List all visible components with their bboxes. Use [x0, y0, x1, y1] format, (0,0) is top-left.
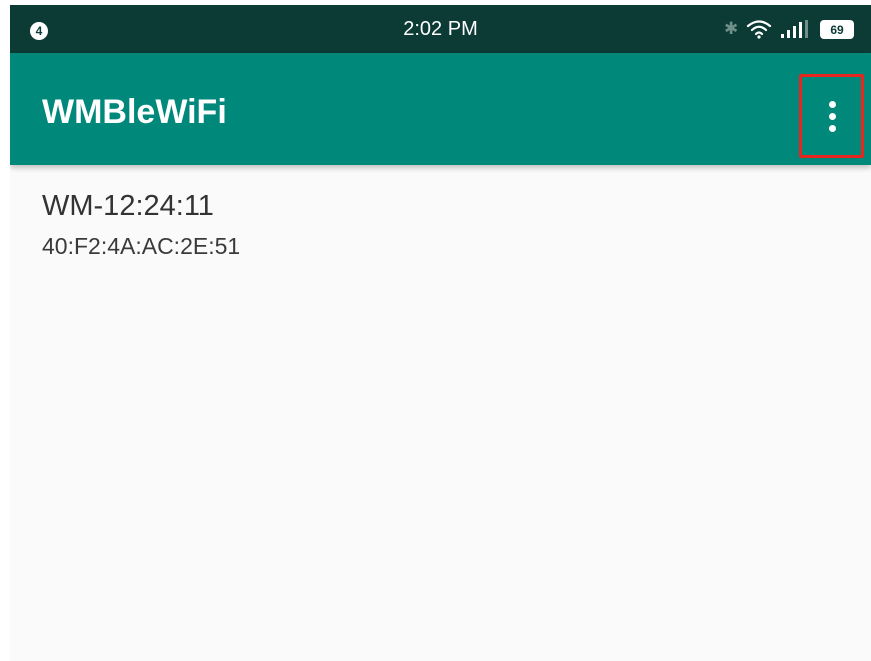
more-vert-icon-dot — [828, 124, 836, 132]
more-options-button[interactable] — [814, 87, 850, 145]
more-vert-icon-dot — [828, 112, 836, 120]
battery-level: 69 — [830, 22, 844, 37]
battery-icon: 69 — [820, 20, 854, 39]
wifi-icon — [746, 20, 772, 39]
app-title: WMBleWiFi — [42, 93, 227, 131]
app-bar: WMBleWiFi — [10, 53, 871, 165]
device-list-item[interactable]: WM-12:24:11 40:F2:4A:AC:2E:51 — [10, 165, 871, 265]
bluetooth-icon: ✱ — [724, 19, 739, 38]
phone-screen: 4 2:02 PM ✱ 69 WMBleWiFi WM-12:24:11 40:… — [10, 5, 871, 661]
device-name: WM-12:24:11 — [42, 190, 214, 222]
signal-icon — [781, 20, 808, 38]
status-time: 2:02 PM — [403, 18, 478, 40]
status-bar: 4 2:02 PM ✱ 69 — [10, 5, 871, 53]
more-vert-icon — [828, 100, 836, 108]
device-address: 40:F2:4A:AC:2E:51 — [42, 233, 241, 259]
